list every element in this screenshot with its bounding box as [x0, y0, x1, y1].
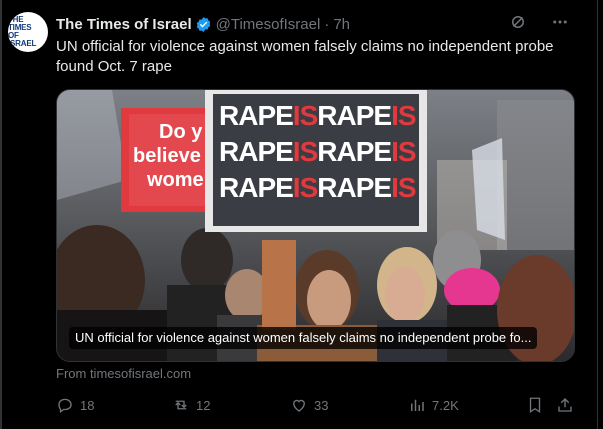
right-divider — [597, 0, 598, 429]
sign-word: RAPE — [219, 136, 294, 167]
reply-count: 18 — [80, 397, 95, 413]
link-card[interactable]: RAPEISRAPEIS RAPEISRAPEIS RAPEISRAPEIS D… — [56, 89, 575, 362]
like-button[interactable]: 33 — [290, 396, 328, 414]
views-count: 7.2K — [432, 397, 459, 413]
sign-line-2: RAPEISRAPEIS — [219, 134, 417, 170]
tweet-text: UN official for violence against women f… — [56, 38, 554, 75]
like-count: 33 — [314, 397, 329, 413]
repost-icon — [175, 400, 187, 410]
avatar[interactable]: THE TIMES OF ISRAEL — [8, 12, 48, 52]
red-sign-text: Do y believe wome — [133, 120, 205, 192]
heart-icon — [293, 399, 305, 412]
repost-count: 12 — [196, 397, 211, 413]
card-caption: UN official for violence against women f… — [69, 327, 538, 349]
sign-word-red: IS — [391, 172, 416, 203]
share-button[interactable] — [556, 396, 574, 414]
timestamp[interactable]: 7h — [333, 16, 350, 33]
sign-line-1: RAPEISRAPEIS — [219, 98, 417, 134]
grok-icon[interactable] — [509, 13, 527, 31]
sign-word-red: IS — [391, 136, 416, 167]
main-sign-text: RAPEISRAPEIS RAPEISRAPEIS RAPEISRAPEIS — [219, 98, 417, 206]
share-icon — [558, 398, 572, 412]
sign-line-3: RAPEISRAPEIS — [219, 170, 417, 206]
sign-word-red: IS — [391, 100, 416, 131]
tweet-header: The Times of Israel @TimesofIsrael · 7h — [56, 14, 350, 34]
sign-word-red: IS — [292, 172, 318, 203]
author-handle[interactable]: @TimesofIsrael — [216, 16, 321, 33]
more-options-icon[interactable] — [551, 13, 569, 31]
red-sign-line: Do y — [159, 121, 203, 143]
red-sign-line: believe — [133, 145, 201, 167]
sign-word-red: IS — [292, 100, 318, 131]
sign-word-red: IS — [292, 136, 318, 167]
views-chart-icon — [411, 399, 424, 411]
repost-button[interactable]: 12 — [172, 396, 210, 414]
avatar-text-line2: OF ISRAEL — [8, 31, 37, 48]
views-button[interactable]: 7.2K — [408, 396, 459, 414]
sign-word: RAPE — [219, 172, 294, 203]
sign-word: RAPE — [317, 100, 392, 131]
bookmark-icon — [529, 397, 541, 414]
tweet-actions: 18 12 33 7.2K — [56, 395, 576, 415]
left-divider — [0, 0, 2, 429]
card-source[interactable]: From timesofisrael.com — [56, 366, 191, 381]
red-sign-line: wome — [147, 169, 204, 191]
avatar-text-line1: THE TIMES — [8, 15, 32, 32]
reply-button[interactable]: 18 — [56, 396, 94, 414]
tweet-top-actions — [509, 13, 569, 31]
separator-dot: · — [324, 15, 330, 33]
sign-word: RAPE — [317, 136, 392, 167]
reply-icon — [58, 398, 72, 414]
sign-word: RAPE — [219, 100, 294, 131]
sign-word: RAPE — [317, 172, 392, 203]
verified-badge-icon[interactable] — [195, 16, 212, 33]
bookmark-button[interactable] — [526, 396, 544, 414]
author-name[interactable]: The Times of Israel — [56, 16, 192, 33]
